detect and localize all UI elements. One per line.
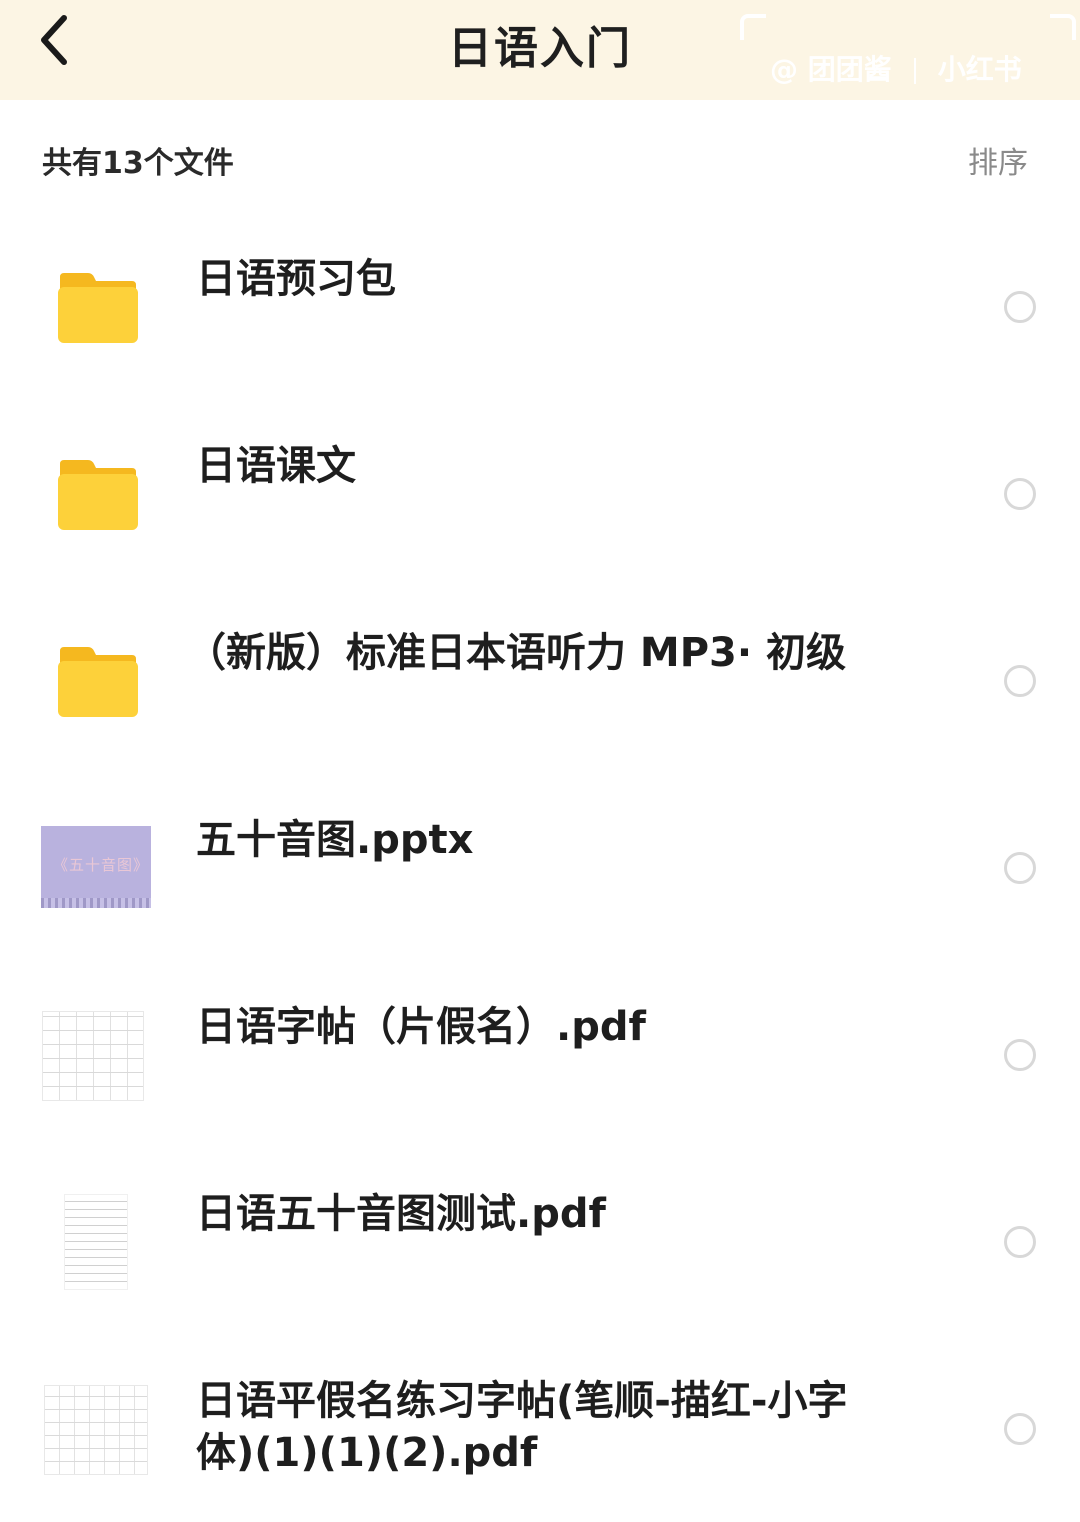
list-item[interactable]: 日语课文 <box>0 400 1080 587</box>
file-list: 日语预习包 日语课文 （新版）标准日本语听力 MP3· 初级 《五十音图》 五十… <box>0 213 1080 1522</box>
list-item[interactable]: 《五十音图》 五十音图.pptx <box>0 774 1080 961</box>
file-name: 日语预习包 <box>196 256 396 302</box>
pdf-thumbnail <box>42 1011 144 1101</box>
file-name: 日语字帖（片假名）.pdf <box>196 1004 646 1050</box>
select-radio[interactable] <box>1004 852 1036 884</box>
watermark-user: @ 团团酱 <box>770 53 892 86</box>
list-item[interactable]: 日语预习包 <box>0 213 1080 400</box>
pdf-thumbnail <box>44 1385 148 1475</box>
file-name: 日语平假名练习字帖(笔顺-描红-小字体)(1)(1)(2).pdf <box>196 1378 848 1476</box>
header-bar: 日语入门 @ 团团酱 小红书 <box>0 0 1080 100</box>
file-count: 共有13个文件 <box>42 146 234 181</box>
pdf-thumbnail <box>64 1194 128 1290</box>
file-name: 日语课文 <box>196 443 356 489</box>
list-item[interactable]: 日语字帖（片假名）.pdf <box>0 961 1080 1148</box>
select-radio[interactable] <box>1004 665 1036 697</box>
select-radio[interactable] <box>1004 291 1036 323</box>
pptx-thumbnail: 《五十音图》 <box>41 826 151 908</box>
thumbnail-footer <box>41 898 151 908</box>
watermark-brand: 小红书 <box>937 53 1022 86</box>
select-radio[interactable] <box>1004 1226 1036 1258</box>
watermark-text: @ 团团酱 小红书 <box>770 48 1022 88</box>
watermark-corner <box>740 14 766 40</box>
file-name: 日语五十音图测试.pdf <box>196 1191 606 1237</box>
watermark-divider <box>913 58 916 84</box>
sort-button[interactable]: 排序 <box>968 138 1028 182</box>
folder-icon <box>58 460 138 530</box>
watermark: @ 团团酱 小红书 <box>740 14 1076 94</box>
file-name: 五十音图.pptx <box>196 817 474 863</box>
file-name: （新版）标准日本语听力 MP3· 初级 <box>186 630 846 676</box>
folder-icon <box>58 647 138 717</box>
thumbnail-title: 《五十音图》 <box>53 856 150 874</box>
watermark-corner <box>1050 14 1076 40</box>
select-radio[interactable] <box>1004 478 1036 510</box>
list-item[interactable]: 日语平假名练习字帖(笔顺-描红-小字体)(1)(1)(2).pdf <box>0 1335 1080 1522</box>
list-item[interactable]: 日语五十音图测试.pdf <box>0 1148 1080 1335</box>
select-radio[interactable] <box>1004 1039 1036 1071</box>
select-radio[interactable] <box>1004 1413 1036 1445</box>
summary-bar: 共有13个文件 排序 <box>0 100 1080 210</box>
list-item[interactable]: （新版）标准日本语听力 MP3· 初级 <box>0 587 1080 774</box>
folder-icon <box>58 273 138 343</box>
